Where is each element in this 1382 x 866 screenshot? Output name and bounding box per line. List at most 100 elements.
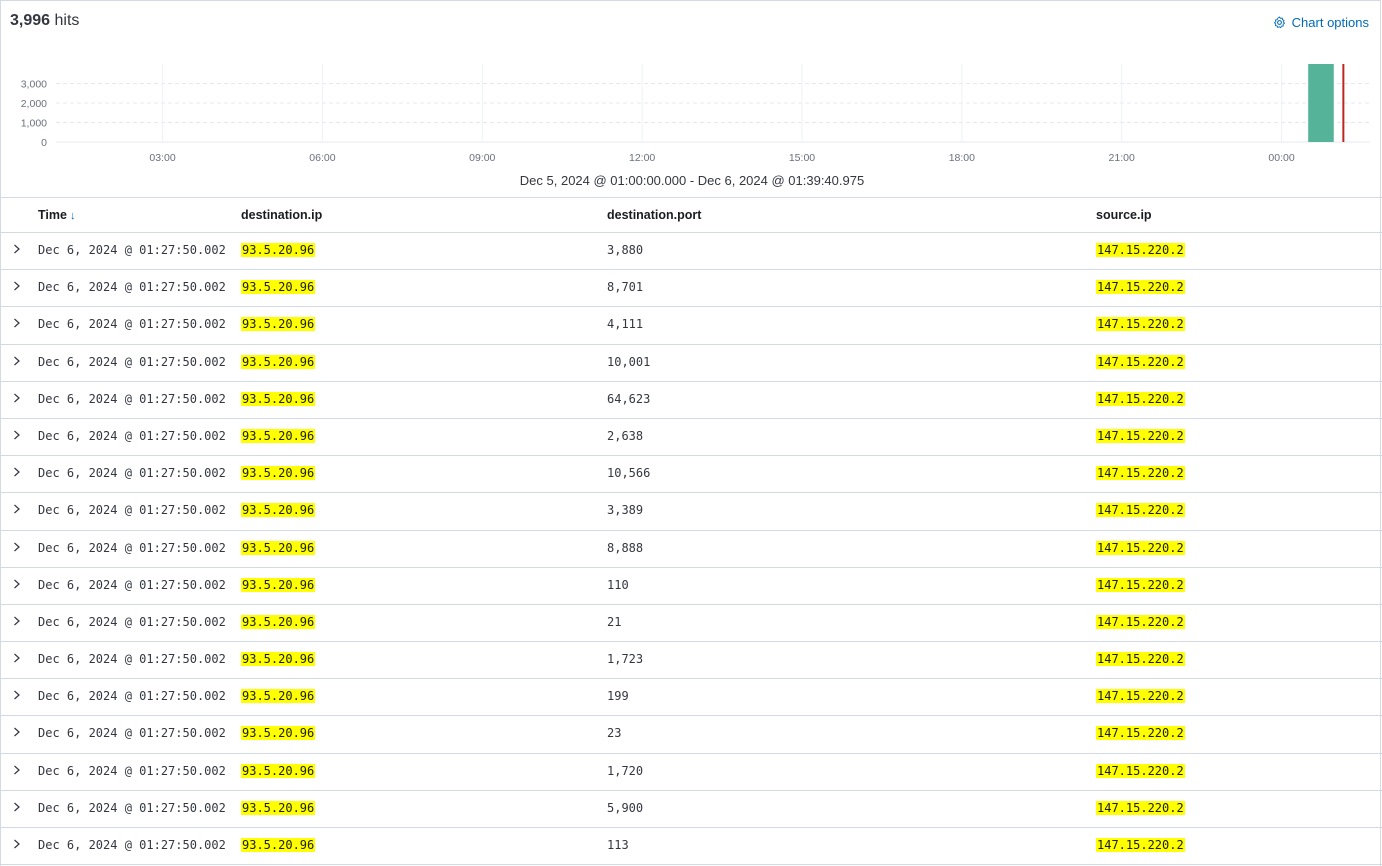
chevron-right-icon[interactable] [11,763,23,777]
chevron-right-icon[interactable] [11,837,23,851]
cell-destination-ip[interactable]: 93.5.20.96 [241,763,316,778]
chevron-right-icon[interactable] [11,800,23,814]
cell-destination-ip[interactable]: 93.5.20.96 [241,243,316,257]
chevron-right-icon[interactable] [11,354,23,368]
cell-destination-port[interactable]: 110 [607,578,629,592]
cell-destination-port[interactable]: 2,638 [607,429,643,443]
table-row: Dec 6, 2024 @ 01:27:50.002 93.5.20.96 8,88… [1,531,1382,568]
highlighted-value: 93.5.20.96 [241,614,316,629]
cell-destination-ip[interactable]: 93.5.20.96 [241,800,316,815]
cell-destination-ip[interactable]: 93.5.20.96 [241,317,316,332]
cell-destination-ip[interactable]: 93.5.20.96 [241,726,316,741]
cell-destination-port[interactable]: 3,880 [607,243,643,257]
chevron-right-icon[interactable] [11,316,23,330]
cell-source-ip[interactable]: 147.15.220.2 [1096,540,1185,555]
cell-source-ip[interactable]: 147.15.220.2 [1096,280,1185,295]
highlighted-value: 93.5.20.96 [241,726,316,741]
discover-panel: 3,996 hits Chart options 3,000 2,000 1,000… [0,0,1382,866]
highlighted-value: 147.15.220.2 [1096,614,1185,629]
cell-destination-port[interactable]: 10,566 [607,466,650,480]
cell-source-ip[interactable]: 147.15.220.2 [1096,726,1185,741]
chart-options-button[interactable]: Chart options [1273,15,1369,30]
column-header-source-ip[interactable]: source.ip [1096,208,1152,222]
cell-source-ip[interactable]: 147.15.220.2 [1096,428,1185,443]
cell-source-ip[interactable]: 147.15.220.2 [1096,317,1185,332]
column-header-destination-port[interactable]: destination.port [607,208,701,222]
cell-time: Dec 6, 2024 @ 01:27:50.002 [38,354,226,369]
cell-destination-port[interactable]: 23 [607,726,621,740]
cell-destination-port[interactable]: 1,723 [607,652,643,666]
chevron-right-icon[interactable] [11,725,23,739]
highlighted-value: 147.15.220.2 [1096,838,1185,852]
highlighted-value: 147.15.220.2 [1096,540,1185,555]
cell-time: Dec 6, 2024 @ 01:27:50.002 [38,652,226,667]
cell-source-ip[interactable]: 147.15.220.2 [1096,652,1185,667]
column-header-time[interactable]: Time ↓ [38,208,75,222]
cell-source-ip[interactable]: 147.15.220.2 [1096,354,1185,369]
time-range-label: Dec 5, 2024 @ 01:00:00.000 - Dec 6, 2024… [519,173,865,188]
cell-source-ip[interactable]: 147.15.220.2 [1096,838,1185,852]
cell-destination-port[interactable]: 4,111 [607,317,643,331]
cell-source-ip[interactable]: 147.15.220.2 [1096,763,1185,778]
highlighted-value: 147.15.220.2 [1096,280,1185,295]
table-row: Dec 6, 2024 @ 01:27:50.002 93.5.20.96 10,5… [1,456,1382,494]
cell-source-ip[interactable]: 147.15.220.2 [1096,689,1185,704]
cell-destination-port[interactable]: 199 [607,689,629,703]
cell-destination-ip[interactable]: 93.5.20.96 [241,280,316,295]
arrow-down-icon[interactable]: ↓ [70,210,76,222]
cell-source-ip[interactable]: 147.15.220.2 [1096,391,1185,406]
cell-source-ip[interactable]: 147.15.220.2 [1096,800,1185,815]
column-header-destination-ip[interactable]: destination.ip [241,208,322,222]
x-tick-label: 00:00 [1268,152,1294,164]
cell-destination-port[interactable]: 64,623 [607,392,650,406]
cell-time: Dec 6, 2024 @ 01:27:50.002 [38,391,226,406]
chevron-right-icon[interactable] [11,465,23,479]
cell-time: Dec 6, 2024 @ 01:27:50.002 [38,763,226,778]
table-row: Dec 6, 2024 @ 01:27:50.002 93.5.20.96 113 1… [1,828,1382,866]
cell-destination-ip[interactable]: 93.5.20.96 [241,652,316,667]
cell-destination-ip[interactable]: 93.5.20.96 [241,466,316,481]
chevron-right-icon[interactable] [11,688,23,702]
table-row: Dec 6, 2024 @ 01:27:50.002 93.5.20.96 2,63… [1,419,1382,457]
cell-source-ip[interactable]: 147.15.220.2 [1096,243,1185,257]
x-tick-label: 03:00 [149,152,175,164]
chevron-right-icon[interactable] [11,540,23,554]
chevron-right-icon[interactable] [11,391,23,405]
cell-destination-ip[interactable]: 93.5.20.96 [241,540,316,555]
cell-destination-ip[interactable]: 93.5.20.96 [241,577,316,592]
cell-destination-port[interactable]: 113 [607,838,629,852]
cell-destination-port[interactable]: 1,720 [607,764,643,778]
hits-counter: 3,996 hits [10,12,79,30]
cell-destination-ip[interactable]: 93.5.20.96 [241,614,316,629]
cell-destination-ip[interactable]: 93.5.20.96 [241,689,316,704]
cell-source-ip[interactable]: 147.15.220.2 [1096,503,1185,518]
cell-destination-ip[interactable]: 93.5.20.96 [241,838,316,852]
chevron-right-icon[interactable] [11,614,23,628]
chevron-right-icon[interactable] [11,428,23,442]
y-tick-label: 1,000 [21,117,47,129]
table-row: Dec 6, 2024 @ 01:27:50.002 93.5.20.96 110 1… [1,568,1382,605]
cell-source-ip[interactable]: 147.15.220.2 [1096,466,1185,481]
cell-destination-port[interactable]: 8,701 [607,280,643,294]
chevron-right-icon[interactable] [11,279,23,293]
chevron-right-icon[interactable] [11,577,23,591]
cell-destination-port[interactable]: 5,900 [607,801,643,815]
highlighted-value: 93.5.20.96 [241,391,316,406]
highlighted-value: 147.15.220.2 [1096,466,1185,481]
cell-source-ip[interactable]: 147.15.220.2 [1096,614,1185,629]
cell-source-ip[interactable]: 147.15.220.2 [1096,577,1185,592]
chevron-right-icon[interactable] [11,502,23,516]
y-tick-label: 2,000 [21,98,47,110]
cell-destination-port[interactable]: 3,389 [607,503,643,517]
cell-destination-ip[interactable]: 93.5.20.96 [241,503,316,518]
cell-destination-ip[interactable]: 93.5.20.96 [241,391,316,406]
cell-destination-port[interactable]: 10,001 [607,355,650,369]
chevron-right-icon[interactable] [11,651,23,665]
histogram-chart[interactable]: 3,000 2,000 1,000 0 03:00 06:00 09:00 12:00 15:0… [1,56,1382,166]
cell-destination-port[interactable]: 21 [607,615,621,629]
chevron-right-icon[interactable] [11,242,23,256]
cell-destination-ip[interactable]: 93.5.20.96 [241,428,316,443]
cell-destination-port[interactable]: 8,888 [607,541,643,555]
cell-destination-ip[interactable]: 93.5.20.96 [241,354,316,369]
x-tick-label: 12:00 [629,152,655,164]
